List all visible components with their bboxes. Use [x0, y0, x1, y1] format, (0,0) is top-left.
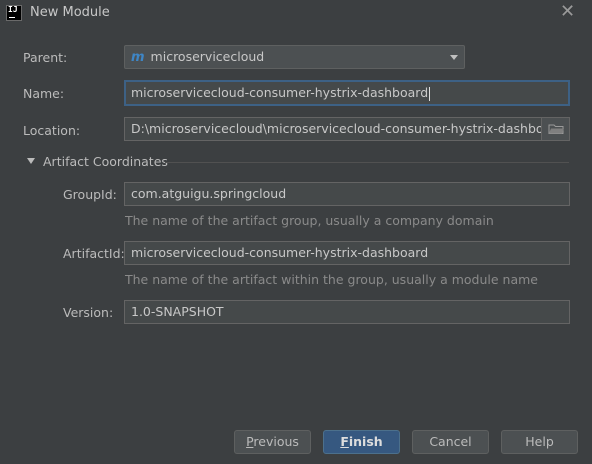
location-label: Location: — [23, 123, 81, 138]
text-caret — [429, 86, 431, 101]
finish-button[interactable]: Finish — [323, 430, 400, 454]
location-input[interactable]: D:\microservicecloud\microservicecloud-c… — [124, 117, 570, 141]
window-title: New Module — [30, 5, 110, 20]
groupid-hint: The name of the artifact group, usually … — [125, 213, 494, 228]
app-icon-text: IJ — [8, 5, 18, 14]
app-icon-bar — [9, 17, 15, 18]
finish-mnemonic: F — [340, 434, 349, 449]
groupid-label: GroupId: — [63, 187, 117, 202]
section-divider — [165, 162, 569, 163]
close-icon[interactable]: ✕ — [560, 0, 575, 24]
browse-folder-button[interactable] — [541, 118, 569, 140]
help-button[interactable]: Help — [501, 430, 578, 454]
folder-icon — [548, 124, 564, 134]
previous-label: revious — [253, 434, 299, 449]
artifactid-value: microservicecloud-consumer-hystrix-dashb… — [131, 245, 429, 260]
location-value: D:\microservicecloud\microservicecloud-c… — [131, 121, 565, 136]
groupid-value: com.atguigu.springcloud — [131, 186, 287, 201]
finish-label: inish — [348, 434, 383, 449]
cancel-button[interactable]: Cancel — [412, 430, 489, 454]
previous-button[interactable]: Previous — [234, 430, 311, 454]
section-title: Artifact Coordinates — [43, 154, 168, 169]
collapse-arrow-icon[interactable] — [27, 158, 35, 164]
version-input[interactable]: 1.0-SNAPSHOT — [124, 300, 570, 324]
groupid-input[interactable]: com.atguigu.springcloud — [124, 182, 570, 206]
version-label: Version: — [63, 305, 114, 320]
artifactid-hint: The name of the artifact within the grou… — [125, 272, 538, 287]
parent-value: microservicecloud — [150, 49, 265, 64]
parent-label: Parent: — [23, 50, 68, 65]
name-value: microservicecloud-consumer-hystrix-dashb… — [131, 85, 429, 100]
parent-dropdown[interactable]: m microservicecloud — [124, 45, 465, 69]
app-icon: IJ — [6, 5, 22, 21]
artifactid-label: ArtifactId: — [63, 246, 125, 261]
name-label: Name: — [23, 86, 65, 101]
name-input[interactable]: microservicecloud-consumer-hystrix-dashb… — [124, 80, 570, 106]
version-value: 1.0-SNAPSHOT — [131, 304, 224, 319]
artifactid-input[interactable]: microservicecloud-consumer-hystrix-dashb… — [124, 241, 570, 265]
chevron-down-icon — [450, 55, 458, 60]
maven-m-icon: m — [131, 50, 145, 65]
